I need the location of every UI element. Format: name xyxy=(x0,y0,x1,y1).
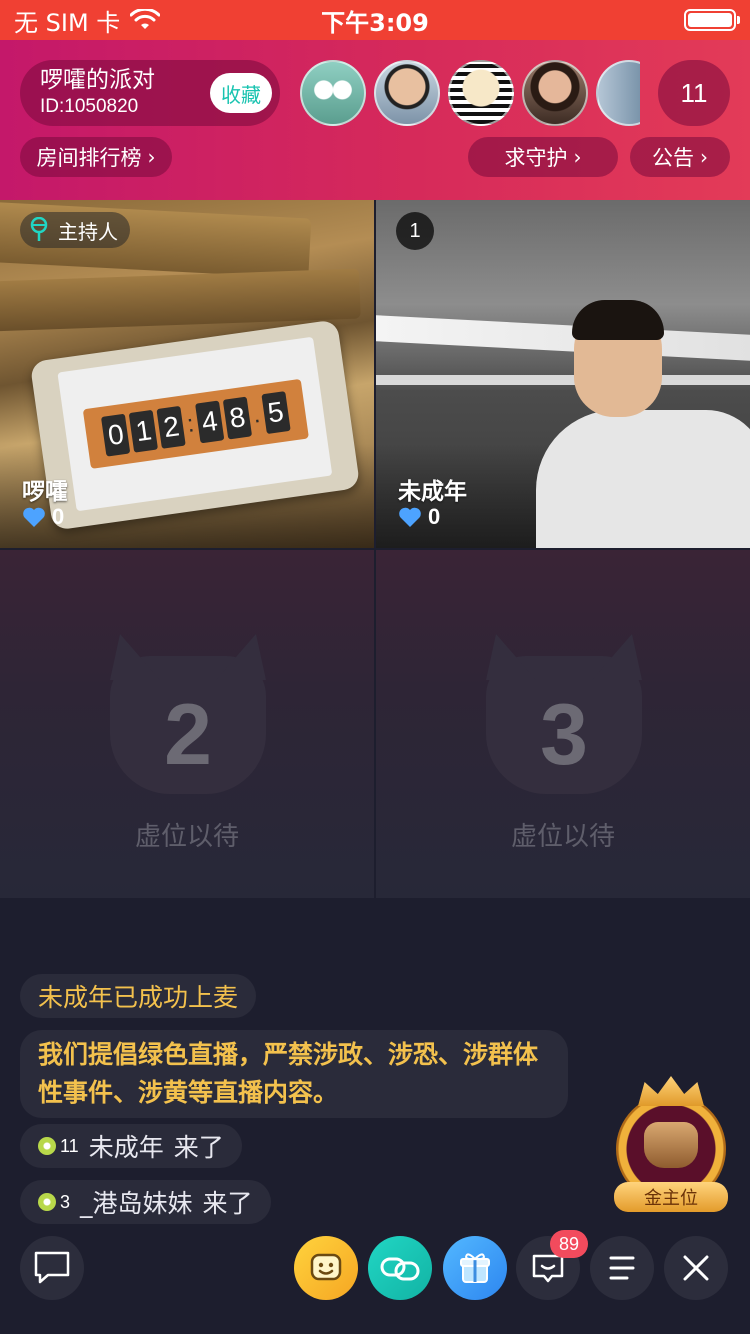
online-count-button[interactable]: 11 xyxy=(658,60,730,126)
favorite-button[interactable]: 收藏 xyxy=(210,73,272,113)
request-guard-label: 求守护 xyxy=(504,146,568,170)
heart-icon xyxy=(399,507,421,527)
audience-avatar[interactable] xyxy=(300,60,366,126)
timer-colon: . xyxy=(251,401,262,429)
user-level: 3 xyxy=(60,1191,71,1212)
close-room-button[interactable] xyxy=(664,1236,728,1300)
video-person-hair xyxy=(572,300,664,340)
seat-1-name: 未成年 xyxy=(398,479,467,505)
notice-button[interactable]: 公告 › xyxy=(630,137,730,177)
connect-mic-button[interactable] xyxy=(368,1236,432,1300)
timer-digit: 1 xyxy=(129,409,159,453)
audience-avatar[interactable] xyxy=(448,60,514,126)
video-tablet-screen: 0 1 2 : 4 8 . 5 xyxy=(57,336,333,512)
status-bar: 无 SIM 卡 下午3:09 xyxy=(0,0,750,40)
owl-ear xyxy=(216,634,266,680)
seat-1-likes: 0 xyxy=(398,504,440,530)
audience-avatar[interactable] xyxy=(374,60,440,126)
room-rank-label: 房间排行榜 xyxy=(36,146,142,170)
host-tag-label: 主持人 xyxy=(58,219,118,244)
chat-notice-message: 我们提倡绿色直播，严禁涉政、涉恐、涉群体性事件、涉黄等直播内容。 xyxy=(20,1030,568,1118)
wifi-icon xyxy=(130,9,161,29)
microphone-icon xyxy=(30,217,48,241)
owl-ear xyxy=(592,634,642,680)
notice-label: 公告 xyxy=(652,146,694,170)
video-timer: 0 1 2 : 4 8 . 5 xyxy=(82,378,309,469)
seat-number-badge: 1 xyxy=(396,212,434,250)
owl-ear xyxy=(486,634,536,680)
user-level-badge: 3 xyxy=(38,1192,70,1213)
room-rank-button[interactable]: 房间排行榜 › xyxy=(20,137,172,177)
chevron-right-icon: › xyxy=(147,145,156,169)
seat-3-empty[interactable]: 3 虚位以待 xyxy=(376,550,750,898)
join-action: 来了 xyxy=(202,1189,253,1218)
timer-digit: 8 xyxy=(222,396,253,440)
join-username[interactable]: _港岛妹妹 xyxy=(80,1184,193,1220)
seat-1-likes-count: 0 xyxy=(428,504,441,529)
seat-2-empty[interactable]: 2 虚位以待 xyxy=(0,550,374,898)
chat-system-message: 未成年已成功上麦 xyxy=(20,974,257,1018)
chat-join-message: 3 _港岛妹妹 来了 xyxy=(20,1180,271,1224)
close-icon xyxy=(683,1255,709,1281)
request-guard-button[interactable]: 求守护 › xyxy=(468,137,618,177)
room-info-pill[interactable]: 啰嚯的派对 ID:1050820 收藏 xyxy=(20,60,280,126)
gift-icon xyxy=(460,1253,490,1283)
chevron-right-icon: › xyxy=(700,145,708,169)
host-likes: 0 xyxy=(22,504,64,530)
join-username[interactable]: 未成年 xyxy=(89,1128,164,1164)
crown-icon xyxy=(638,1076,704,1106)
emoji-button[interactable] xyxy=(294,1236,358,1300)
timer-digit: 4 xyxy=(195,400,225,444)
video-person-body xyxy=(536,410,750,548)
video-book xyxy=(0,268,361,332)
owl-icon xyxy=(644,1122,698,1168)
owl-placeholder-icon: 2 xyxy=(110,634,266,794)
message-count-badge: 89 xyxy=(550,1230,588,1258)
host-tag: 主持人 xyxy=(20,212,130,248)
chat-input-button[interactable] xyxy=(20,1236,84,1300)
owl-ear xyxy=(110,634,160,680)
host-name: 啰嚯 xyxy=(22,479,68,505)
seat-waiting-label: 虚位以待 xyxy=(510,822,615,852)
carrier-label: 无 SIM 卡 xyxy=(14,8,121,37)
room-header: 啰嚯的派对 ID:1050820 收藏 11 房间排行榜 › 求守护 › 公告 … xyxy=(0,40,750,200)
video-ceiling-light xyxy=(376,375,750,385)
host-likes-count: 0 xyxy=(52,504,65,529)
gift-button[interactable] xyxy=(443,1236,507,1300)
seat-1[interactable]: 1 未成年 0 xyxy=(376,200,750,548)
heart-icon xyxy=(23,507,45,527)
seat-number: 3 xyxy=(540,687,588,783)
level-icon xyxy=(38,1193,56,1211)
menu-button[interactable] xyxy=(590,1236,654,1300)
status-left: 无 SIM 卡 xyxy=(14,3,161,38)
audience-avatars xyxy=(300,60,640,126)
chevron-right-icon: › xyxy=(573,145,582,169)
timer-digit: 2 xyxy=(156,405,187,449)
video-tablet: 0 1 2 : 4 8 . 5 xyxy=(29,319,361,531)
host-seat[interactable]: 0 1 2 : 4 8 . 5 主持人 啰嚯 0 xyxy=(0,200,374,548)
chat-join-message: 11 未成年 来了 xyxy=(20,1124,242,1168)
battery-fill xyxy=(688,13,732,27)
battery-icon xyxy=(684,9,740,31)
audience-avatar[interactable] xyxy=(596,60,640,126)
gold-seat-badge[interactable]: 金主位 xyxy=(610,1076,732,1216)
menu-icon xyxy=(609,1256,635,1280)
video-ceiling-light xyxy=(376,315,750,361)
chat-bubble-icon xyxy=(34,1251,70,1284)
gold-seat-label: 金主位 xyxy=(614,1182,728,1212)
timer-digit: 5 xyxy=(261,391,291,435)
user-level-badge: 11 xyxy=(38,1136,79,1157)
seat-number: 2 xyxy=(164,687,212,783)
user-level: 11 xyxy=(60,1135,79,1156)
timer-digit: 0 xyxy=(101,413,131,457)
timer-colon: : xyxy=(185,410,196,438)
audience-avatar[interactable] xyxy=(522,60,588,126)
level-icon xyxy=(38,1137,56,1155)
seat-waiting-label: 虚位以待 xyxy=(134,822,239,852)
join-action: 来了 xyxy=(173,1133,224,1162)
link-icon xyxy=(380,1257,420,1281)
owl-placeholder-icon: 3 xyxy=(486,634,642,794)
emoji-face-icon xyxy=(310,1253,342,1281)
